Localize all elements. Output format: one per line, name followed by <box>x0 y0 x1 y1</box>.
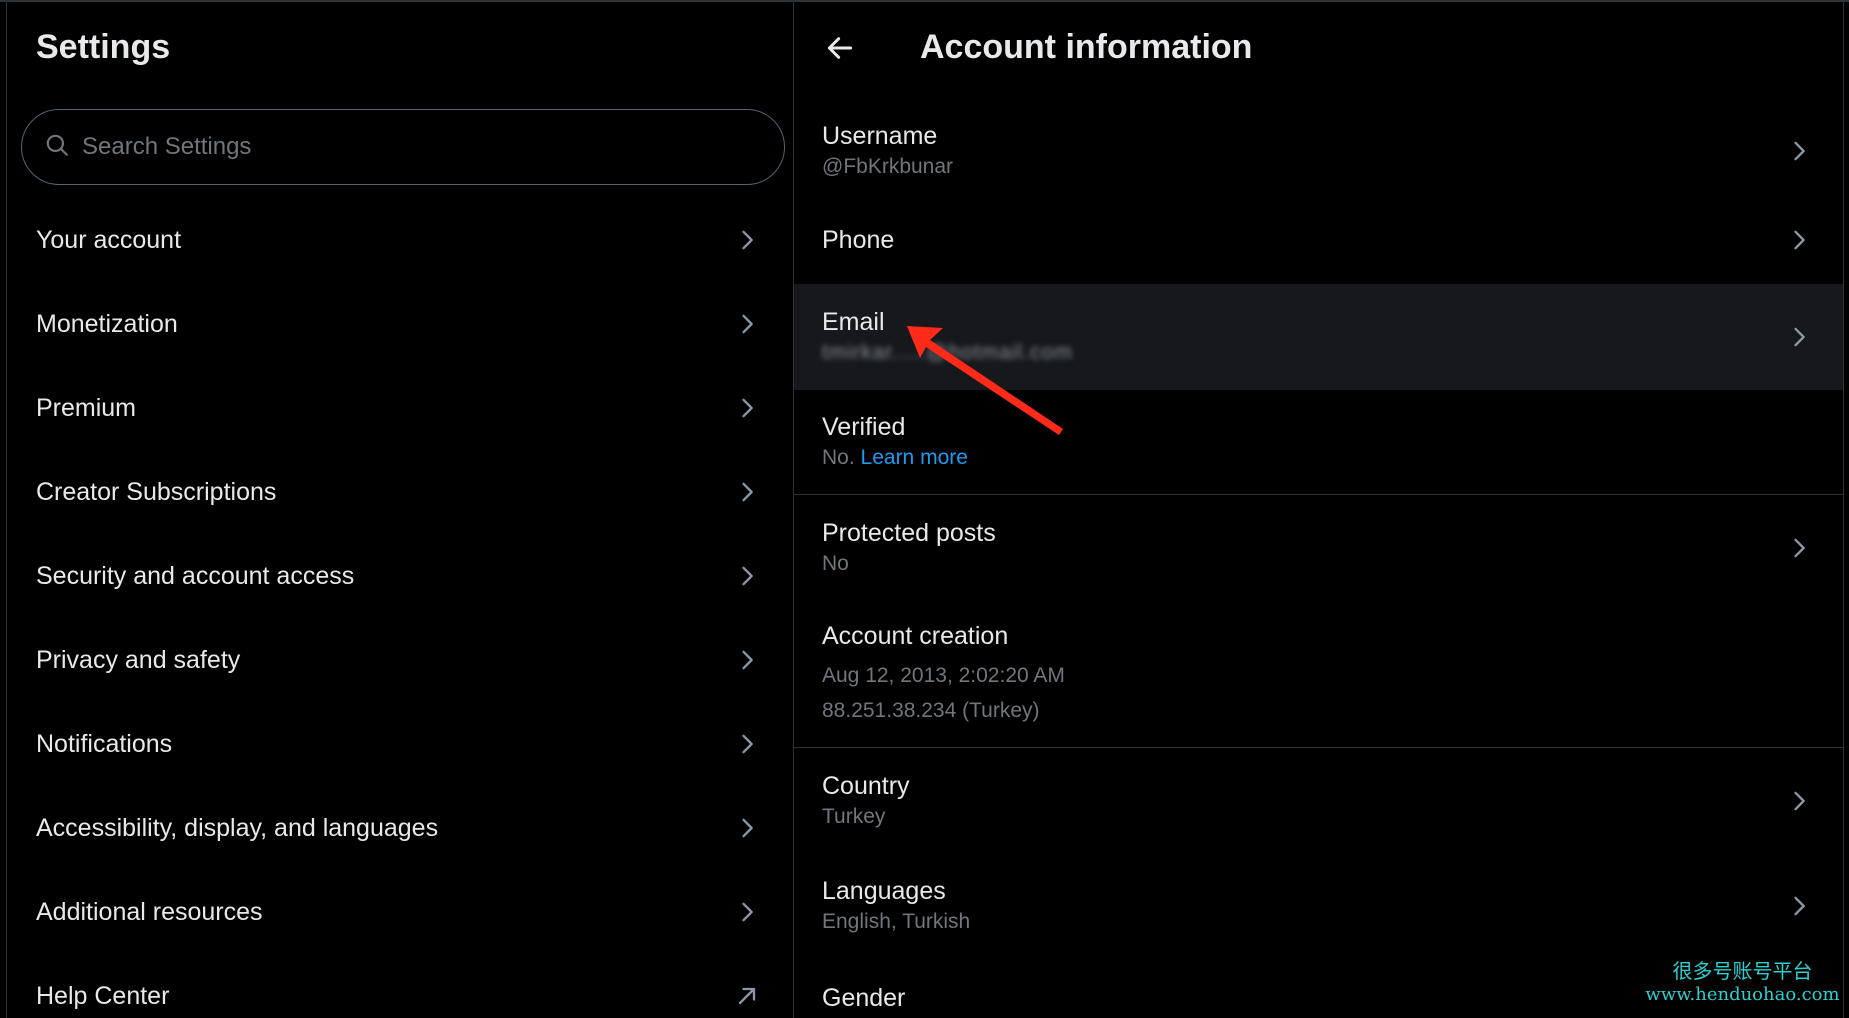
account-creation-row: Account creation Aug 12, 2013, 2:02:20 A… <box>794 600 1843 748</box>
languages-label: Languages <box>822 876 946 905</box>
chevron-right-icon <box>733 730 761 758</box>
languages-row[interactable]: Languages English, Turkish <box>794 853 1843 958</box>
menu-item-label: Accessibility, display, and languages <box>36 813 439 842</box>
account-creation-label: Account creation <box>822 622 1009 650</box>
menu-item-label: Your account <box>36 225 182 254</box>
verified-label: Verified <box>822 413 906 441</box>
menu-item-label: Help Center <box>36 981 170 1010</box>
verified-row: Verified No. Learn more <box>794 390 1843 494</box>
username-value: @FbKrkbunar <box>822 155 954 178</box>
search-settings-input[interactable]: Search Settings <box>21 109 785 185</box>
external-link-icon <box>733 982 761 1010</box>
menu-item-label: Creator Subscriptions <box>36 477 277 506</box>
verified-status: No. <box>822 446 855 469</box>
chevron-right-icon <box>733 898 761 926</box>
chevron-right-icon <box>1785 323 1813 351</box>
email-label: Email <box>822 308 885 336</box>
watermark-line2: www.henduohao.com <box>1645 984 1840 1005</box>
account-creation-date: Aug 12, 2013, 2:02:20 AM <box>822 664 1065 687</box>
gender-label: Gender <box>822 984 906 1012</box>
protected-posts-row[interactable]: Protected posts No <box>794 495 1843 600</box>
menu-item-label: Privacy and safety <box>36 645 241 674</box>
chevron-right-icon <box>733 814 761 842</box>
country-value: Turkey <box>822 804 886 828</box>
menu-item-accessibility[interactable]: Accessibility, display, and languages <box>7 786 793 870</box>
window-right-border <box>1843 0 1844 1018</box>
menu-item-label: Additional resources <box>36 897 263 926</box>
arrow-left-icon[interactable] <box>824 32 856 64</box>
chevron-right-icon <box>1785 892 1813 920</box>
menu-item-monetization[interactable]: Monetization <box>7 282 793 366</box>
country-label: Country <box>822 771 910 800</box>
protected-posts-label: Protected posts <box>822 518 996 547</box>
chevron-right-icon <box>733 310 761 338</box>
chevron-right-icon <box>733 478 761 506</box>
chevron-right-icon <box>1785 137 1813 165</box>
app-window: Settings Search Settings Your account Mo… <box>0 0 1849 1018</box>
menu-item-notifications[interactable]: Notifications <box>7 702 793 786</box>
watermark-line1: 很多号账号平台 <box>1672 959 1813 983</box>
menu-item-label: Premium <box>36 393 137 422</box>
learn-more-link[interactable]: Learn more <box>861 446 968 469</box>
account-creation-ip: 88.251.38.234 (Turkey) <box>822 699 1040 722</box>
phone-row[interactable]: Phone <box>794 196 1843 284</box>
phone-label: Phone <box>822 226 895 254</box>
chevron-right-icon <box>733 646 761 674</box>
page-title: Account information <box>920 28 1253 66</box>
email-row[interactable]: Email tmirkar.....@hotmail.com <box>794 284 1843 390</box>
languages-value: English, Turkish <box>822 909 971 933</box>
chevron-right-icon <box>1785 787 1813 815</box>
chevron-right-icon <box>733 562 761 590</box>
chevron-right-icon <box>733 394 761 422</box>
menu-item-label: Notifications <box>36 729 173 758</box>
country-row[interactable]: Country Turkey <box>794 748 1843 853</box>
menu-item-premium[interactable]: Premium <box>7 366 793 450</box>
protected-posts-value: No <box>822 551 849 575</box>
username-label: Username <box>822 122 938 150</box>
watermark: 很多号账号平台 www.henduohao.com <box>1640 958 1845 1006</box>
email-value-blurred: tmirkar.....@hotmail.com <box>822 341 1073 364</box>
settings-menu: Your account Monetization Premium Creato… <box>7 198 793 1018</box>
username-row[interactable]: Username @FbKrkbunar <box>794 106 1843 196</box>
menu-item-your-account[interactable]: Your account <box>7 198 793 282</box>
search-placeholder: Search Settings <box>82 133 252 160</box>
menu-item-help-center[interactable]: Help Center <box>7 954 793 1018</box>
menu-item-additional-resources[interactable]: Additional resources <box>7 870 793 954</box>
chevron-right-icon <box>1785 226 1813 254</box>
menu-item-label: Security and account access <box>36 561 355 590</box>
account-information-panel: Account information Username @FbKrkbunar… <box>794 2 1843 1018</box>
menu-item-security[interactable]: Security and account access <box>7 534 793 618</box>
menu-item-label: Monetization <box>36 309 178 338</box>
chevron-right-icon <box>733 226 761 254</box>
menu-item-privacy[interactable]: Privacy and safety <box>7 618 793 702</box>
chevron-right-icon <box>1785 534 1813 562</box>
verified-value: No. Learn more <box>822 443 968 473</box>
settings-title: Settings <box>36 28 171 66</box>
search-icon <box>44 132 70 163</box>
menu-item-creator-subscriptions[interactable]: Creator Subscriptions <box>7 450 793 534</box>
settings-panel: Settings Search Settings Your account Mo… <box>7 2 793 1018</box>
